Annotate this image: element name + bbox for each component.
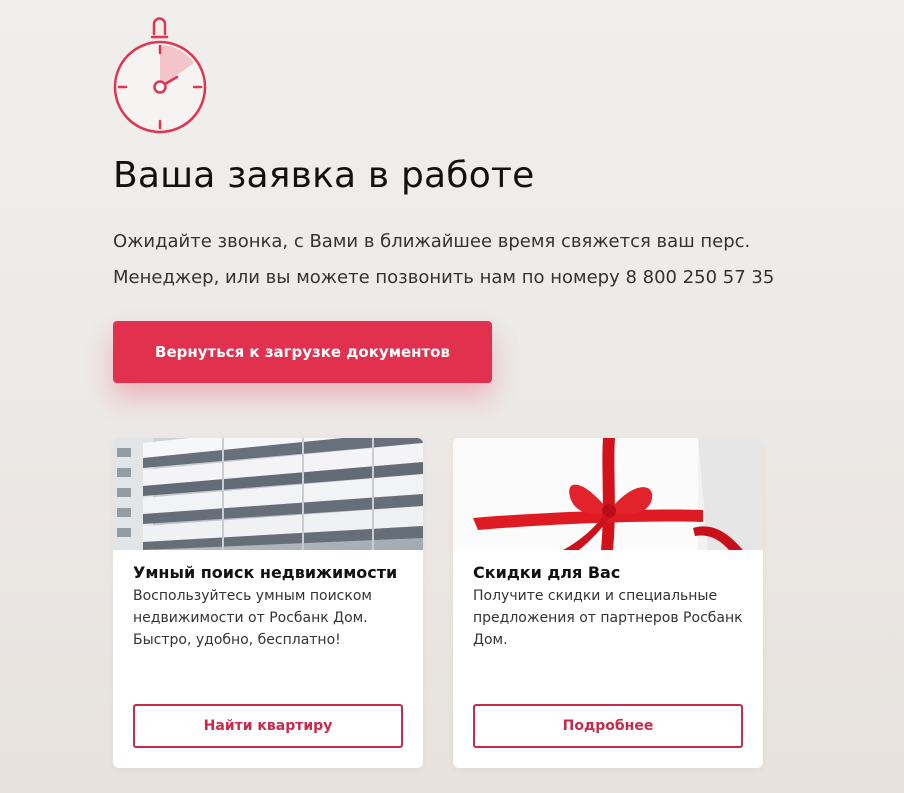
card-text: Получите скидки и специальные предложени… <box>473 588 743 648</box>
card-text: Воспользуйтесь умным поиском недвижимост… <box>133 588 372 648</box>
stopwatch-icon <box>113 17 207 134</box>
building-image <box>113 438 423 550</box>
find-apartment-button[interactable]: Найти квартиру <box>133 704 403 748</box>
smart-search-card: Умный поиск недвижимости Воспользуйтесь … <box>113 438 423 768</box>
gift-image <box>453 438 763 550</box>
page-title: Ваша заявка в работе <box>113 155 535 196</box>
back-to-documents-button[interactable]: Вернуться к загрузке документов <box>113 320 492 383</box>
more-details-button[interactable]: Подробнее <box>473 704 743 748</box>
offers-section: Умный поиск недвижимости Воспользуйтесь … <box>113 438 763 768</box>
description-line-1: Ожидайте звонка, с Вами в ближайшее врем… <box>113 230 751 252</box>
description-line-2: Менеджер, или вы можете позвонить нам по… <box>113 266 775 288</box>
card-title: Умный поиск недвижимости <box>133 563 398 582</box>
discounts-card: Скидки для Вас Получите скидки и специал… <box>453 438 763 768</box>
status-description: Ожидайте звонка, с Вами в ближайшее врем… <box>113 224 793 296</box>
status-section: Ваша заявка в работе Ожидайте звонка, с … <box>113 12 793 383</box>
card-title: Скидки для Вас <box>473 563 621 582</box>
